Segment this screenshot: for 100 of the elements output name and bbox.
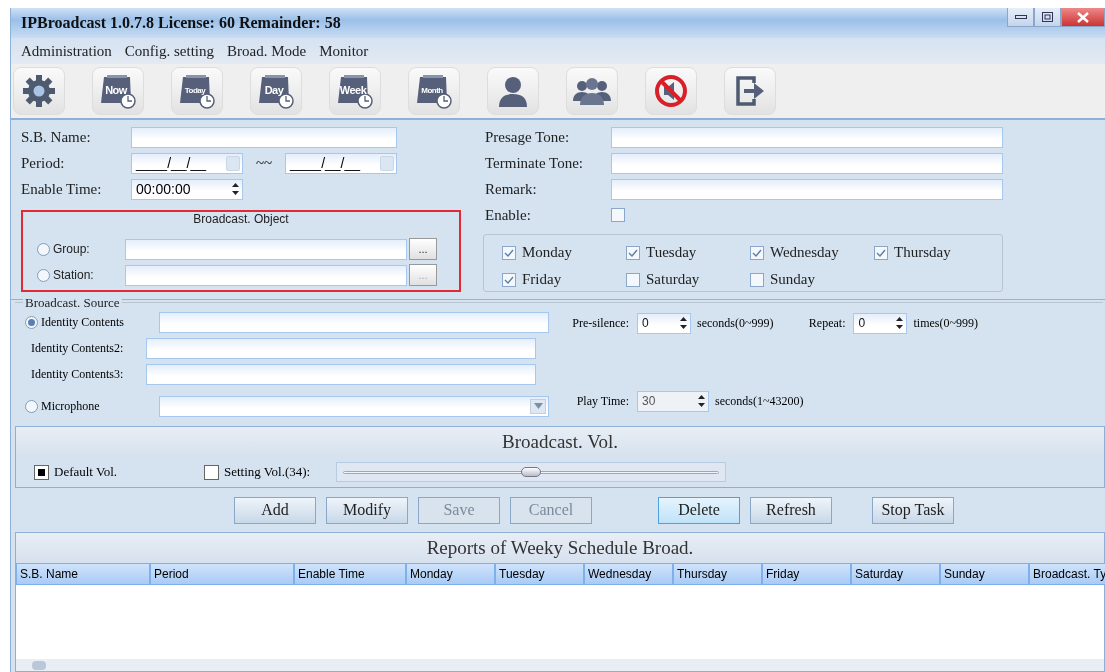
spinner-arrows-icon[interactable] [231,180,240,197]
field-label: Presage Tone: [484,128,571,146]
field-label: Microphone [41,398,101,414]
checkbox[interactable] [502,272,516,287]
action-button[interactable]: Refresh [750,496,832,524]
field-label: Period: [20,154,66,172]
radio-button[interactable] [37,242,50,256]
action-button[interactable]: Modify [326,496,408,524]
group-icon [572,77,612,105]
column-header[interactable]: Enable Time [294,563,406,585]
browse-button[interactable]: ... [409,238,437,260]
window-title: IPBroadcast 1.0.7.8 License: 60 Remainder: 58 [21,14,341,32]
checkbox-label: Saturday [646,271,700,288]
calendar-label: Week [339,84,367,96]
field-label: Identity Contents [41,314,125,330]
time-field[interactable]: 00:00:00 [131,178,243,200]
action-button[interactable]: Add [234,496,316,524]
date-field[interactable]: ____/__/__ [131,152,243,174]
column-header[interactable]: Saturday [851,563,940,585]
mute-speaker-icon [654,74,688,108]
toolbar-button[interactable] [566,67,618,115]
checkbox-label: Default Vol. [54,464,119,480]
slider-thumb[interactable] [521,467,541,477]
input-field[interactable] [611,152,1003,174]
checkbox[interactable] [626,245,640,260]
calendar-label: Day [263,84,285,96]
range-separator: ~~ [254,154,274,172]
toolbar-button[interactable] [13,67,65,115]
radio-button[interactable] [25,399,38,413]
checkbox-label: Tuesday [646,244,697,261]
column-header[interactable]: Sunday [940,563,1029,585]
radio-label: Group: [53,242,91,256]
spinner-arrows-icon[interactable] [679,314,688,331]
input-field[interactable] [611,178,1003,200]
column-header[interactable]: Wednesday [584,563,673,585]
input-field[interactable] [611,126,1003,148]
toolbar-button[interactable] [487,67,539,115]
menu-item[interactable]: Config. setting [124,42,214,60]
field-label: Terminate Tone: [484,154,584,172]
input-field[interactable] [146,337,536,359]
input-field[interactable] [125,264,407,286]
checkbox[interactable] [204,464,219,480]
toolbar-button[interactable]: Week [329,67,381,115]
input-field[interactable] [159,311,549,333]
field-label: Play Time: [575,393,630,409]
radio-button[interactable] [37,268,50,282]
calendar-clock-icon [257,73,295,109]
checkbox[interactable] [626,272,640,287]
number-field[interactable]: 0 [853,312,908,334]
radio-label: Station: [53,268,95,282]
column-header[interactable]: Monday [406,563,495,585]
calendar-clock-icon [178,73,216,109]
field-label: Enable: [484,206,532,224]
radio-button[interactable] [25,315,38,329]
checkbox[interactable] [502,245,516,260]
toolbar-button[interactable]: Month [408,67,460,115]
toolbar-button[interactable]: Today [171,67,223,115]
column-header[interactable]: Thursday [673,563,762,585]
column-header[interactable]: Tuesday [495,563,584,585]
field-label: Identity Contents2: [31,340,125,356]
date-field[interactable]: ____/__/__ [285,152,397,174]
checkbox[interactable] [750,272,764,287]
checkbox[interactable] [611,208,625,222]
menu-item[interactable]: Administration [21,42,112,60]
checkbox[interactable] [34,464,49,480]
calendar-clock-icon [336,73,374,109]
close-button[interactable] [1061,8,1105,27]
restore-icon [1042,12,1053,22]
action-button[interactable]: Stop Task [872,496,954,524]
column-header[interactable]: Friday [762,563,851,585]
calendar-clock-icon [415,73,453,109]
calendar-label: Now [104,84,129,96]
minimize-icon [1014,14,1027,20]
column-header[interactable]: Period [150,563,294,585]
menu-item[interactable]: Monitor [319,42,369,60]
unit-label: seconds(0~999) [697,315,774,331]
toolbar-button[interactable]: Day [250,67,302,115]
spinner-arrows-icon[interactable] [895,314,905,331]
unit-label: times(0~999) [913,315,978,331]
minimize-button[interactable] [1007,8,1034,27]
close-icon [1077,11,1089,23]
checkbox[interactable] [874,245,888,260]
toolbar-button[interactable] [724,67,776,115]
input-field[interactable] [125,238,407,260]
input-field[interactable] [131,126,397,148]
toolbar-button[interactable] [645,67,697,115]
gear-icon [22,74,56,108]
maximize-button[interactable] [1034,8,1061,27]
checkmark-icon [504,274,514,285]
volume-slider[interactable] [336,462,726,482]
number-field[interactable]: 0 [637,312,691,334]
horizontal-scrollbar[interactable] [16,659,1104,671]
checkbox[interactable] [750,245,764,260]
field-label: S.B. Name: [20,128,92,146]
toolbar-button[interactable]: Now [92,67,144,115]
input-field[interactable] [146,363,536,385]
action-button[interactable]: Delete [658,496,740,524]
column-header[interactable]: S.B. Name [16,563,150,585]
menu-item[interactable]: Broad. Mode [227,42,307,60]
dropdown-field[interactable] [159,395,549,417]
